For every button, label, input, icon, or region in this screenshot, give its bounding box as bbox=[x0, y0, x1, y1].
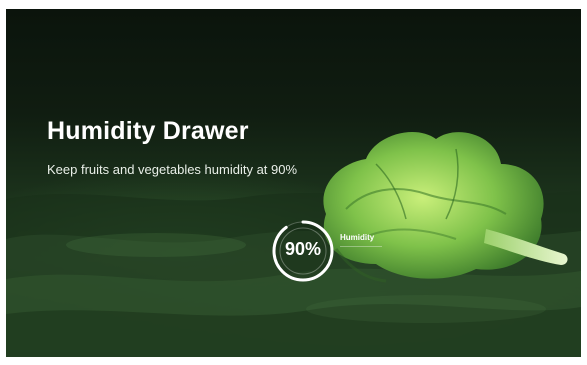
humidity-value: 90% bbox=[284, 239, 322, 259]
page-title: Humidity Drawer bbox=[47, 117, 249, 145]
page-subtitle: Keep fruits and vegetables humidity at 9… bbox=[47, 162, 298, 177]
humidity-label-underline bbox=[340, 246, 382, 247]
humidity-label: Humidity bbox=[340, 233, 375, 242]
lettuce-icon bbox=[323, 131, 568, 283]
hero-banner: 90% Humidity Humidity Drawer Keep fruits… bbox=[6, 9, 581, 357]
